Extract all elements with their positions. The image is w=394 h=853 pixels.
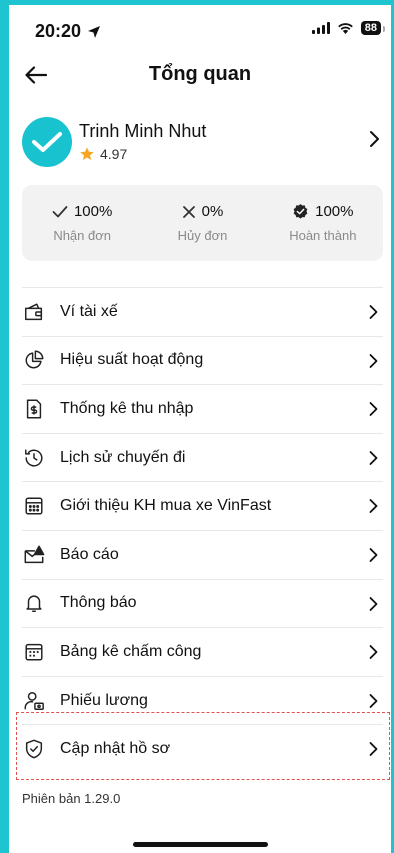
stat-value: 0% <box>201 203 224 220</box>
menu-item-label: Giới thiệu KH mua xe VinFast <box>60 497 272 515</box>
menu-item-payslip[interactable]: Phiếu lương <box>22 675 383 725</box>
chevron-right-icon <box>368 304 379 325</box>
chevron-right-icon <box>368 547 379 568</box>
calculator-icon <box>22 494 46 518</box>
brand-check-logo-icon <box>32 132 62 152</box>
menu-item-label: Thông báo <box>60 594 137 612</box>
frame-top-edge <box>0 0 394 5</box>
bell-icon <box>22 591 46 615</box>
profile-name: Trinh Minh Nhut <box>79 121 207 141</box>
menu-item-income-stats[interactable]: Thống kê thu nhập <box>22 384 383 433</box>
menu-item-trip-history[interactable]: Lịch sử chuyến đi <box>22 432 383 482</box>
menu-item-label: Thống kê thu nhập <box>60 399 194 417</box>
menu-item-update-profile[interactable]: Cập nhật hồ sơ <box>22 724 383 773</box>
avatar <box>22 117 72 167</box>
menu-item-performance[interactable]: Hiệu suất hoạt động <box>22 335 383 385</box>
stat-complete: 100% Hoàn thành <box>263 185 383 261</box>
check-icon <box>52 205 68 217</box>
status-time-text: 20:20 <box>35 21 82 41</box>
stats-panel: 100% Nhận đơn 0% Hủy đơn 100% Hoàn thành <box>22 185 383 261</box>
stat-value: 100% <box>73 203 113 220</box>
menu-item-timesheet[interactable]: Bảng kê chấm công <box>22 627 383 676</box>
battery-indicator: 88 <box>360 21 386 35</box>
status-icons: 88 <box>311 21 386 35</box>
chevron-right-icon <box>368 450 379 471</box>
chevron-right-icon <box>368 353 379 374</box>
location-arrow-icon <box>88 25 101 38</box>
badge-check-icon <box>293 204 308 219</box>
stat-accept: 100% Nhận đơn <box>22 185 142 261</box>
frame-left-edge <box>0 0 9 853</box>
chevron-right-icon <box>368 596 379 617</box>
stat-label: Hoàn thành <box>289 228 357 243</box>
shield-check-icon <box>22 737 46 761</box>
menu-item-label: Ví tài xế <box>60 302 118 320</box>
signal-icon <box>311 22 330 34</box>
menu-item-vinfast-referral[interactable]: Giới thiệu KH mua xe VinFast <box>22 481 383 530</box>
chevron-right-icon <box>368 644 379 665</box>
chevron-right-icon <box>368 693 379 714</box>
chevron-right-icon <box>368 741 379 762</box>
menu-item-notifications[interactable]: Thông báo <box>22 578 383 628</box>
chevron-right-icon <box>368 130 380 153</box>
page-title: Tổng quan <box>148 63 252 85</box>
stat-label: Nhận đơn <box>53 228 111 243</box>
chevron-right-icon <box>368 498 379 519</box>
menu-item-wallet[interactable]: Ví tài xế <box>22 287 383 336</box>
app-version: Phiên bản 1.29.0 <box>22 791 121 806</box>
menu-item-report[interactable]: Báo cáo <box>22 529 383 579</box>
wallet-icon <box>22 300 46 324</box>
status-bar: 20:20 88 <box>9 14 391 48</box>
x-icon <box>182 205 195 218</box>
menu-item-label: Bảng kê chấm công <box>60 642 202 660</box>
menu-item-label: Cập nhật hồ sơ <box>60 740 171 758</box>
stat-cancel: 0% Hủy đơn <box>142 185 262 261</box>
timesheet-icon <box>22 640 46 664</box>
wifi-icon <box>337 23 353 34</box>
stat-value: 100% <box>315 203 354 220</box>
header: Tổng quan <box>9 55 391 95</box>
star-icon <box>80 147 94 160</box>
menu-list: Ví tài xế Hiệu suất hoạt động Thống kê t… <box>22 287 383 773</box>
income-doc-icon <box>22 397 46 421</box>
menu-item-label: Lịch sử chuyến đi <box>60 448 186 466</box>
report-mail-icon <box>22 543 46 567</box>
home-indicator <box>133 842 268 847</box>
menu-item-label: Phiếu lương <box>60 691 148 709</box>
menu-item-label: Hiệu suất hoạt động <box>60 351 204 369</box>
rating: 4.97 <box>79 146 127 162</box>
stat-label: Hủy đơn <box>177 228 228 243</box>
menu-item-label: Báo cáo <box>60 545 119 563</box>
rating-value: 4.97 <box>100 146 128 162</box>
profile-card[interactable]: Trinh Minh Nhut 4.97 <box>22 112 380 174</box>
pie-chart-icon <box>22 348 46 372</box>
payslip-icon <box>22 689 46 713</box>
history-icon <box>22 446 46 470</box>
chevron-right-icon <box>368 401 379 422</box>
status-time: 20:20 <box>35 21 101 42</box>
